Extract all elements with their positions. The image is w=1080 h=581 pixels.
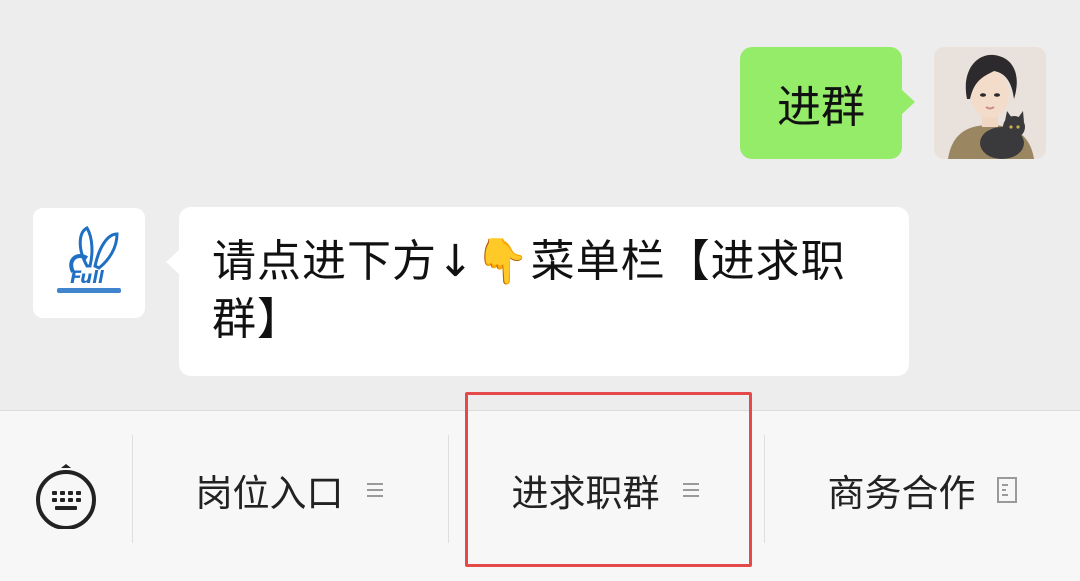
full-logo-icon: Full: [57, 226, 121, 293]
incoming-message-bubble[interactable]: 请点进下方↓👇菜单栏【进求职群】: [166, 207, 909, 376]
document-icon: [996, 476, 1018, 504]
highlight-annotation-box: [465, 392, 752, 567]
menu-item-label: 商务合作: [827, 472, 976, 515]
user-avatar[interactable]: [934, 47, 1046, 159]
pointing-down-emoji: 👇: [474, 236, 531, 287]
incoming-text-before-emoji: 请点进下方↓: [212, 236, 475, 287]
menu-item-label: 岗位入口: [195, 472, 344, 515]
user-portrait-image: [934, 47, 1046, 159]
outgoing-message-text: 进群: [777, 82, 865, 133]
menu-lines-icon: [364, 480, 386, 500]
menu-item-business-cooperation[interactable]: 商务合作: [765, 411, 1080, 569]
outgoing-message-bubble[interactable]: 进群: [740, 47, 915, 159]
official-account-avatar[interactable]: Full: [33, 208, 145, 318]
menu-item-job-portal[interactable]: 岗位入口: [133, 411, 448, 569]
svg-text:Full: Full: [70, 268, 105, 288]
chat-area: 进群 Full 请点进下方↓👇菜单栏【进求职群】: [0, 0, 1080, 410]
keyboard-icon: [36, 464, 96, 530]
keyboard-toggle-button[interactable]: [33, 463, 99, 530]
